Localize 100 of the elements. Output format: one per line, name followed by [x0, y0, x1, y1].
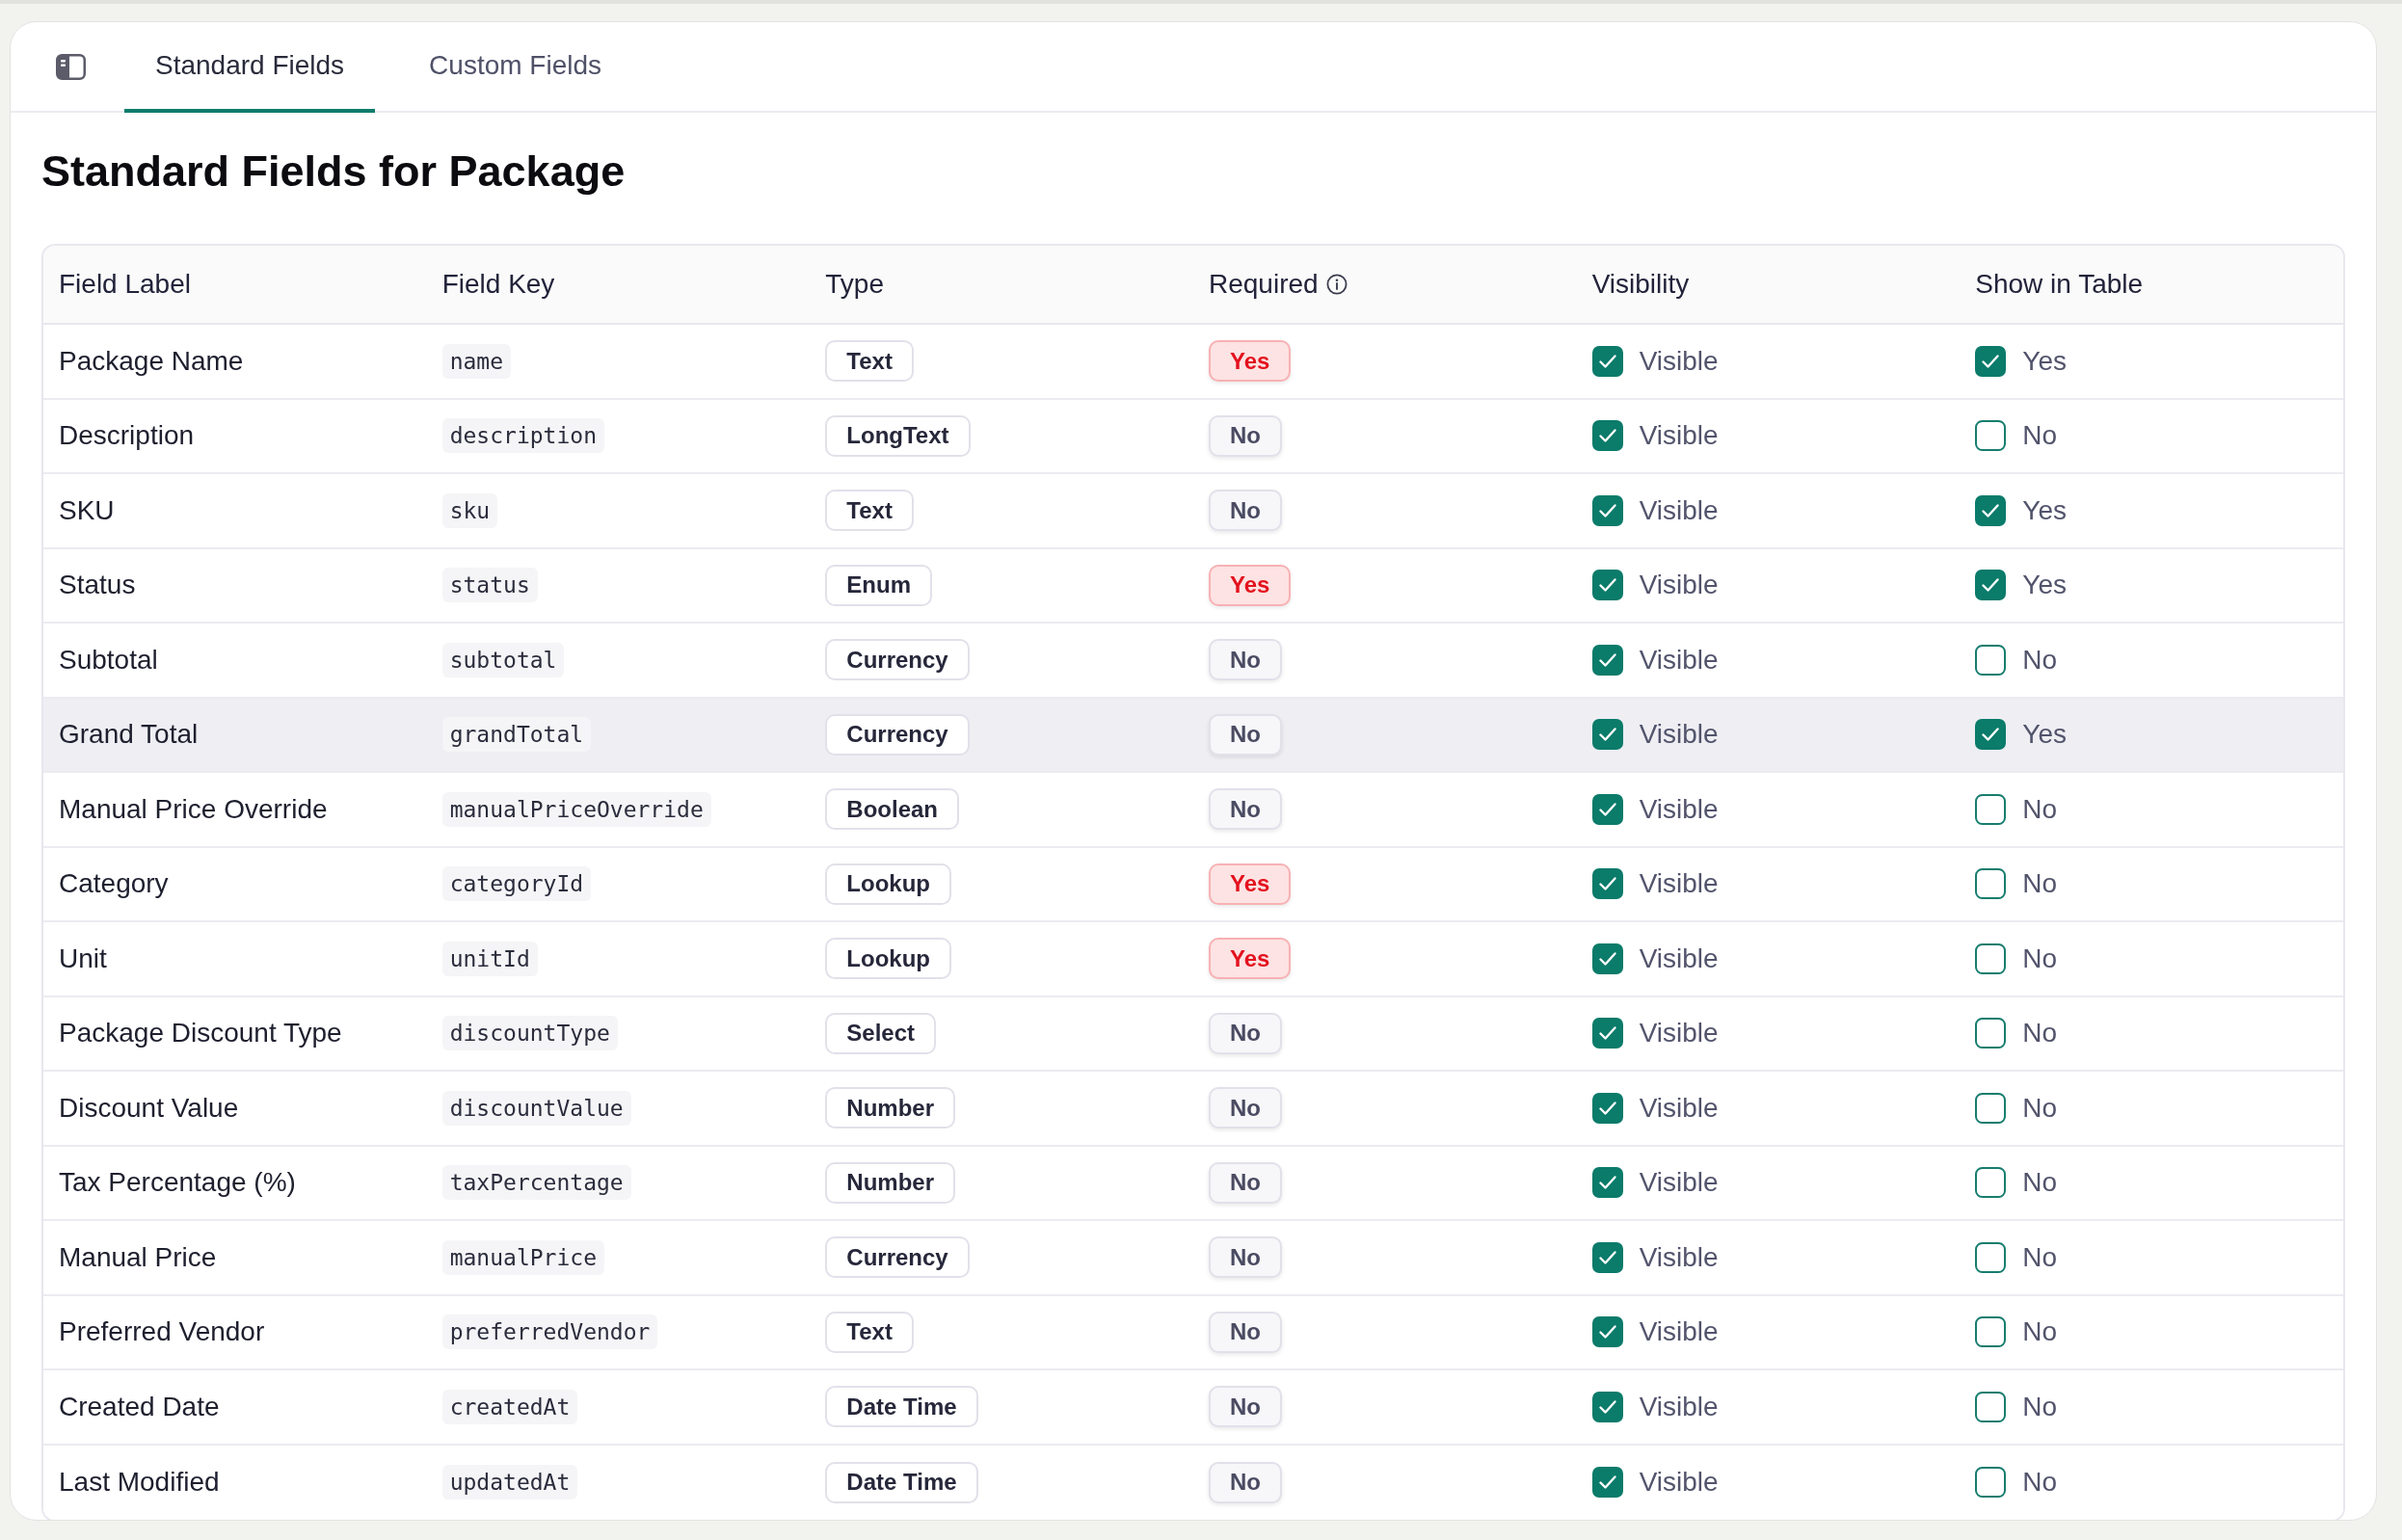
field-label: Subtotal	[59, 644, 158, 675]
field-key: sku	[441, 492, 498, 528]
field-key: createdAt	[441, 1389, 578, 1424]
checkbox[interactable]	[1591, 793, 1623, 825]
field-label: Status	[59, 570, 136, 600]
checkbox[interactable]	[1591, 644, 1623, 676]
type-badge: Text	[825, 340, 914, 383]
checkbox[interactable]	[1975, 1391, 2007, 1422]
checkbox[interactable]	[1975, 1092, 2007, 1124]
checkbox[interactable]	[1975, 1241, 2007, 1273]
field-label: Package Discount Type	[59, 1018, 342, 1049]
field-label: SKU	[59, 494, 115, 525]
type-badge: Date Time	[825, 1461, 978, 1503]
field-key: status	[441, 568, 538, 603]
field-key: manualPrice	[441, 1239, 604, 1275]
type-badge: Currency	[825, 1236, 970, 1279]
checkbox[interactable]	[1975, 1018, 2007, 1049]
required-badge: No	[1208, 1386, 1282, 1428]
checkbox[interactable]	[1591, 1092, 1623, 1124]
checkbox[interactable]	[1591, 1391, 1623, 1422]
type-badge: Date Time	[825, 1386, 978, 1428]
required-badge: No	[1208, 414, 1282, 457]
checkbox-label: No	[2022, 1391, 2058, 1422]
checkbox[interactable]	[1975, 793, 2007, 825]
field-key: manualPriceOverride	[441, 791, 711, 827]
checkbox[interactable]	[1591, 719, 1623, 751]
checkbox[interactable]	[1975, 420, 2007, 452]
required-badge: No	[1208, 1461, 1282, 1503]
checkbox-label: No	[2022, 1467, 2058, 1499]
checkbox-label: Visible	[1639, 868, 1719, 900]
checkbox-label: Visible	[1639, 1467, 1719, 1499]
checkbox-label: Visible	[1639, 1018, 1719, 1049]
checkbox-label: Visible	[1639, 943, 1719, 974]
checkbox-label: No	[2022, 1241, 2058, 1273]
info-icon[interactable]	[1325, 274, 1348, 295]
field-key: categoryId	[441, 866, 592, 902]
checkbox[interactable]	[1975, 570, 2007, 601]
checkbox[interactable]	[1975, 345, 2007, 377]
checkbox-label: No	[2022, 1018, 2058, 1049]
checkbox[interactable]	[1591, 868, 1623, 900]
checkbox-label: Yes	[2022, 719, 2067, 751]
field-label: Created Date	[59, 1391, 220, 1421]
field-key: description	[441, 418, 604, 454]
checkbox-label: No	[2022, 943, 2058, 974]
checkbox[interactable]	[1975, 719, 2007, 751]
field-label: Category	[59, 868, 169, 899]
field-label: Last Modified	[59, 1467, 220, 1498]
checkbox[interactable]	[1591, 494, 1623, 526]
checkbox-label: Visible	[1639, 793, 1719, 825]
required-badge: Yes	[1208, 564, 1292, 606]
required-badge: No	[1208, 1236, 1282, 1279]
type-badge: Number	[825, 1087, 955, 1129]
sidebar-toggle-icon[interactable]	[56, 53, 86, 80]
checkbox[interactable]	[1975, 644, 2007, 676]
column-header: Required	[1208, 269, 1319, 300]
checkbox[interactable]	[1975, 1316, 2007, 1348]
type-badge: Text	[825, 490, 914, 532]
checkbox-label: Visible	[1639, 1391, 1719, 1422]
checkbox[interactable]	[1591, 1241, 1623, 1273]
field-key: unitId	[441, 941, 538, 976]
type-badge: Select	[825, 1012, 937, 1054]
type-badge: Currency	[825, 639, 970, 681]
required-badge: No	[1208, 788, 1282, 831]
checkbox[interactable]	[1591, 345, 1623, 377]
column-header: Visibility	[1591, 269, 1690, 300]
type-badge: Text	[825, 1311, 914, 1353]
checkbox[interactable]	[1591, 943, 1623, 974]
checkbox-label: Yes	[2022, 570, 2067, 601]
checkbox-label: Visible	[1639, 345, 1719, 377]
checkbox-label: Yes	[2022, 494, 2067, 526]
checkbox[interactable]	[1591, 1018, 1623, 1049]
checkbox[interactable]	[1975, 943, 2007, 974]
field-key: taxPercentage	[441, 1165, 631, 1201]
checkbox[interactable]	[1975, 868, 2007, 900]
checkbox-label: No	[2022, 1167, 2058, 1199]
type-badge: LongText	[825, 414, 971, 457]
required-badge: No	[1208, 713, 1282, 756]
field-key: name	[441, 343, 512, 379]
required-badge: Yes	[1208, 863, 1292, 905]
checkbox[interactable]	[1591, 570, 1623, 601]
tab[interactable]: Custom Fields	[398, 22, 633, 113]
field-key: subtotal	[441, 642, 565, 677]
checkbox[interactable]	[1591, 1467, 1623, 1499]
checkbox[interactable]	[1975, 1467, 2007, 1499]
checkbox-label: Visible	[1639, 1092, 1719, 1124]
checkbox[interactable]	[1591, 1316, 1623, 1348]
checkbox[interactable]	[1591, 420, 1623, 452]
field-key: grandTotal	[441, 717, 592, 753]
checkbox-label: Visible	[1639, 719, 1719, 751]
checkbox-label: Visible	[1639, 1167, 1719, 1199]
page-title: Standard Fields for Package	[41, 146, 626, 198]
required-badge: No	[1208, 1161, 1282, 1204]
checkbox[interactable]	[1591, 1167, 1623, 1199]
checkbox[interactable]	[1975, 494, 2007, 526]
type-badge: Number	[825, 1161, 955, 1204]
type-badge: Lookup	[825, 863, 951, 905]
tab[interactable]: Standard Fields	[124, 22, 376, 113]
checkbox[interactable]	[1975, 1167, 2007, 1199]
checkbox-label: Visible	[1639, 494, 1719, 526]
field-label: Grand Total	[59, 719, 199, 750]
